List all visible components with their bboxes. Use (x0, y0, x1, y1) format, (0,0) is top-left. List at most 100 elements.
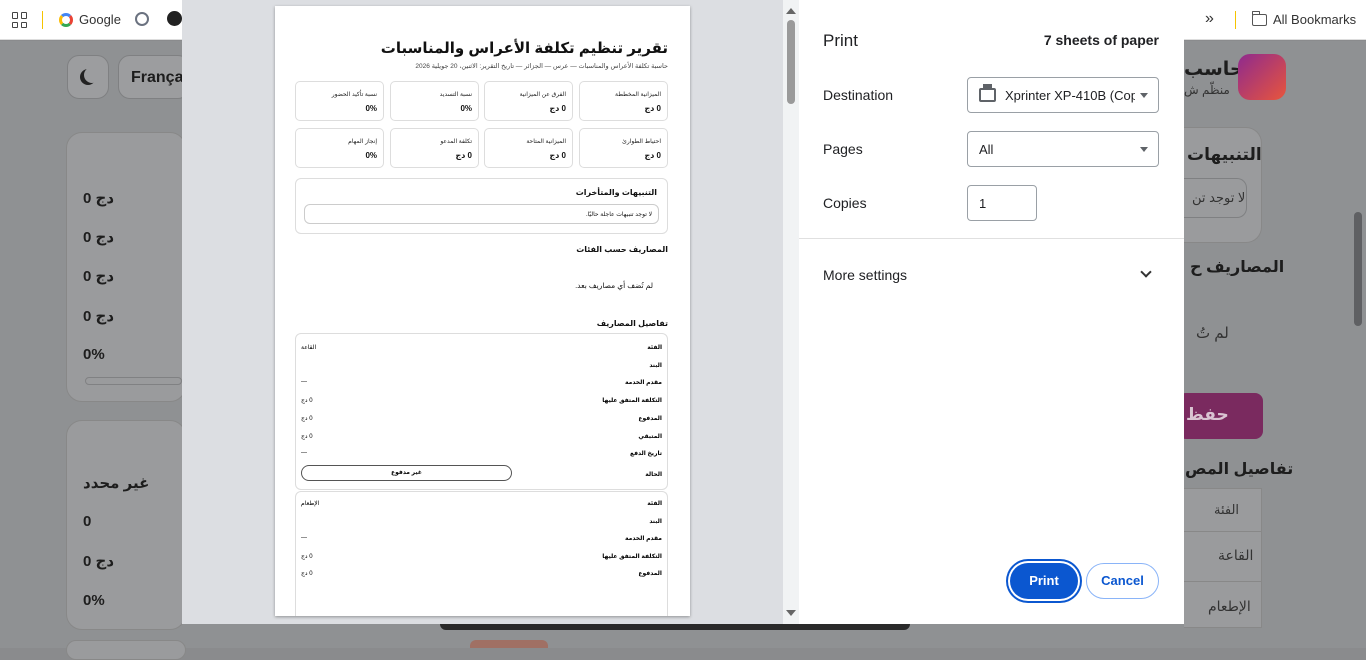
moon-icon (80, 69, 96, 85)
chevron-down-icon (1140, 147, 1148, 152)
copies-label: Copies (823, 195, 867, 211)
bg-table-cell: القاعة (1218, 547, 1254, 563)
stat-label: الميزانية المتاحة (526, 139, 566, 145)
save-pdf-button[interactable]: حفظ (1178, 393, 1263, 439)
record-row: مقدم الخدمة — (301, 379, 662, 391)
record-row: البند (301, 362, 662, 374)
details-title: تفاصيل المصاريف (596, 319, 668, 328)
app-logo (1238, 54, 1286, 100)
folder-icon (1251, 10, 1267, 26)
bg-app-title: حاسب (1184, 59, 1244, 80)
bookmark-google-label: Google (79, 12, 121, 27)
apps-grid-icon[interactable] (12, 12, 28, 28)
alerts-empty-box: لا توجد تنبيهات عاجلة حاليًا. (304, 204, 659, 224)
copies-input[interactable]: 1 (967, 185, 1037, 221)
stat-label: الفرق عن الميزانية (519, 92, 566, 98)
report-subtitle: حاسبة تكلفة الأعراس والمناسبات — عرس — ا… (415, 63, 668, 70)
record-row: التكلفة المتفق عليها 0 دج (301, 397, 662, 409)
bookmarks-overflow-button[interactable]: » (1205, 10, 1214, 28)
bg-value: 0 دج (83, 308, 115, 325)
bg-categories-empty: لم تُ (1196, 325, 1229, 342)
scroll-down-arrow[interactable] (786, 610, 796, 616)
print-title: Print (823, 31, 858, 50)
record-row: الفئة الإطعام (301, 500, 662, 512)
record-row: البند (301, 518, 662, 530)
alerts-box: التنبيهات والمتأخرات لا توجد تنبيهات عاج… (295, 178, 668, 234)
printer-icon (979, 84, 996, 102)
stat-value: 0 دج (644, 104, 661, 113)
language-select[interactable]: França (118, 55, 190, 99)
stat-label: إنجاز المهام (348, 139, 377, 145)
bookmark-globe[interactable] (167, 11, 182, 26)
language-label: França (131, 69, 184, 86)
record-key: مقدم الخدمة (624, 536, 662, 542)
record-value: — (301, 450, 307, 456)
overflow-label: » (1205, 10, 1214, 27)
bg-value: 0 دج (83, 553, 115, 570)
bookmark-separator-2 (1235, 11, 1236, 29)
bg-progress (85, 377, 182, 385)
chevron-down-icon (1140, 93, 1148, 98)
stat-label: الميزانية المخططة (614, 92, 661, 98)
preview-page: تقرير تنظيم تكلفة الأعراس والمناسبات حاس… (275, 6, 690, 616)
stat-card: احتياط الطوارئ 0 دج (579, 128, 668, 168)
more-settings-toggle[interactable]: More settings (823, 267, 907, 283)
stat-label: نسبة تأكيد الحضور (331, 92, 377, 98)
record-key: المتبقي (638, 434, 662, 440)
record-key: التكلفة المتفق عليها (602, 554, 662, 560)
pages-label: Pages (823, 141, 863, 157)
google-icon (59, 12, 73, 27)
record-key: الحالة (645, 472, 662, 478)
pages-select[interactable]: All (967, 131, 1159, 167)
all-bookmarks-button[interactable]: All Bookmarks (1251, 10, 1357, 27)
record-row: التكلفة المتفق عليها 0 دج (301, 553, 662, 565)
bg-table-cell: الإطعام (1208, 598, 1251, 614)
bg-details-table: الفئة القاعة الإطعام (1184, 488, 1262, 628)
status-badge: غير مدفوع (301, 465, 512, 481)
page-scrollbar[interactable] (1354, 212, 1362, 326)
sheets-count: 7 sheets of paper (1043, 32, 1159, 48)
preview-scrollbar-thumb[interactable] (787, 20, 795, 104)
cancel-button[interactable]: Cancel (1086, 563, 1159, 599)
bookmark-google[interactable]: Google (59, 12, 121, 27)
bg-bottom-bar (440, 624, 910, 630)
record-key: تاريخ الدفع (629, 451, 662, 457)
bg-value: 0 دج (83, 190, 115, 207)
bg-value: 0 (83, 513, 92, 530)
stat-label: تكلفة المدعو (440, 139, 472, 145)
categories-title: المصاريف حسب الفئات (576, 245, 668, 254)
record-value: — (301, 535, 307, 541)
stat-card: الميزانية المخططة 0 دج (579, 81, 668, 121)
scroll-up-arrow[interactable] (786, 8, 796, 14)
stat-value: 0% (460, 104, 472, 113)
settings-divider (799, 238, 1184, 239)
report-title: تقرير تنظيم تكلفة الأعراس والمناسبات (380, 40, 668, 57)
bg-categories-heading: المصاريف ح (1190, 259, 1285, 276)
record-key: مقدم الخدمة (624, 380, 662, 386)
record-key: المدفوع (638, 571, 662, 577)
extension-icon (135, 12, 149, 26)
stat-value: 0 دج (549, 104, 566, 113)
stat-value: 0 دج (455, 151, 472, 160)
bg-app-subtitle: منظّم ش (1184, 83, 1230, 97)
record-row: مقدم الخدمة — (301, 535, 662, 547)
record-row: تاريخ الدفع — (301, 450, 662, 462)
stat-value: 0% (365, 104, 377, 113)
theme-toggle[interactable] (67, 55, 109, 99)
bg-bottom-button (470, 640, 548, 648)
record-value: 0 دج (301, 554, 313, 560)
record-key: المدفوع (638, 416, 662, 422)
destination-select[interactable]: Xprinter XP-410B (Copie (967, 77, 1159, 113)
stat-card: نسبة التسديد 0% (390, 81, 479, 121)
bookmark-extension[interactable] (135, 12, 149, 26)
all-bookmarks-label: All Bookmarks (1273, 12, 1357, 27)
bg-details-heading: تفاصيل المص (1185, 461, 1294, 478)
stat-card: إنجاز المهام 0% (295, 128, 384, 168)
print-button[interactable]: Print (1010, 563, 1078, 599)
destination-value: Xprinter XP-410B (Copie (1005, 87, 1135, 103)
stat-value: 0 دج (549, 151, 566, 160)
bg-summary-card-3 (66, 640, 186, 660)
stat-value: 0 دج (644, 151, 661, 160)
record-value: القاعة (301, 345, 317, 351)
record-value: 0 دج (301, 434, 313, 440)
